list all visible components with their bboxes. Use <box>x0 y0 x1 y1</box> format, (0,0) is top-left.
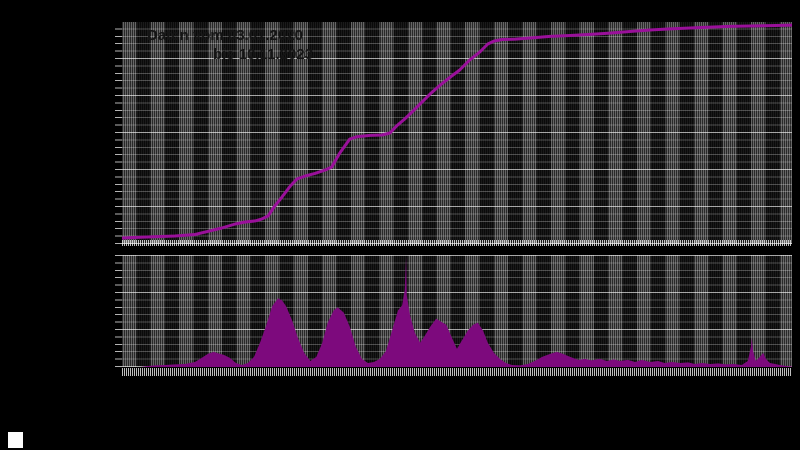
legend-swatch <box>8 432 23 448</box>
lower-panel-daily-chart <box>122 255 792 367</box>
daily-area-chart <box>122 257 792 367</box>
daily-area-path <box>122 257 792 367</box>
lower-panel-y-axis-ticks <box>115 255 122 367</box>
lower-panel-x-axis-ticks <box>122 368 792 376</box>
upper-panel-x-axis-ticks <box>122 240 792 246</box>
date-range-line1: Daten vom 03.01.2020 <box>147 27 303 44</box>
date-range-line2: bis 10.11.2023 <box>212 46 313 63</box>
date-range-annotation: Daten vom 03.01.2020 bis 10.11.2023 <box>147 26 313 64</box>
chart-canvas: Daten vom 03.01.2020 bis 10.11.2023 <box>0 0 800 450</box>
upper-panel-y-axis-ticks <box>115 22 122 244</box>
